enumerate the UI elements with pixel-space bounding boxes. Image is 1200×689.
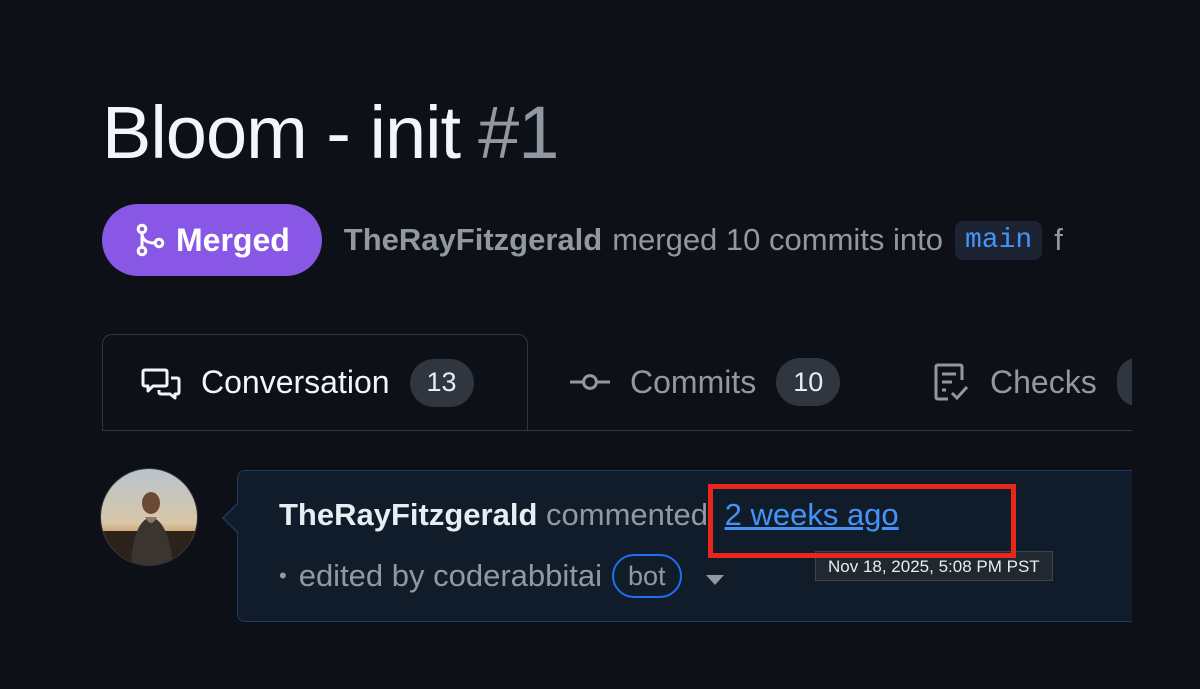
pr-number: #1 xyxy=(478,91,559,174)
tab-conversation[interactable]: Conversation 13 xyxy=(102,334,528,430)
edit-history-dropdown-icon[interactable] xyxy=(705,575,724,585)
comment-action-text: commented xyxy=(546,497,708,532)
edited-by-text[interactable]: edited by coderabbitai xyxy=(299,558,602,594)
comment-edit-info: • edited by coderabbitai bot xyxy=(279,554,724,598)
comment-header xyxy=(237,470,1132,622)
pr-title-text: Bloom - init xyxy=(102,91,461,174)
merged-status-badge: Merged xyxy=(102,204,322,276)
comment-pointer-fill xyxy=(224,503,239,533)
comment-timestamp-link[interactable]: 2 weeks ago xyxy=(725,497,899,532)
merged-status-label: Merged xyxy=(176,221,290,258)
avatar[interactable] xyxy=(100,468,198,566)
git-commit-icon xyxy=(570,372,610,392)
tab-checks[interactable]: Checks xyxy=(932,334,1132,430)
pr-status-row: Merged TheRayFitzgerald merged 10 commit… xyxy=(102,204,1132,276)
pr-tabs: Conversation 13 Commits 10 Checks xyxy=(102,334,1132,431)
tab-checks-label: Checks xyxy=(990,363,1097,400)
merge-author-link[interactable]: TheRayFitzgerald xyxy=(344,222,602,258)
tab-checks-count xyxy=(1116,358,1132,406)
pr-title: Bloom - init #1 xyxy=(102,96,559,170)
comment-meta: TheRayFitzgerald commented 2 weeks ago xyxy=(279,497,899,533)
bot-badge: bot xyxy=(612,554,682,598)
merge-summary: TheRayFitzgerald merged 10 commits into … xyxy=(344,220,1063,260)
git-merge-icon xyxy=(136,223,165,257)
tab-commits[interactable]: Commits 10 xyxy=(570,334,841,430)
merge-summary-text: merged 10 commits into xyxy=(612,222,943,257)
tab-conversation-label: Conversation xyxy=(201,364,390,400)
merge-summary-trailing: f xyxy=(1054,222,1063,257)
tab-commits-label: Commits xyxy=(630,363,757,400)
checklist-icon xyxy=(932,362,970,402)
base-branch-label[interactable]: main xyxy=(955,220,1043,260)
edited-separator: • xyxy=(279,563,287,588)
timestamp-tooltip: Nov 18, 2025, 5:08 PM PST xyxy=(815,551,1053,581)
comment-author-link[interactable]: TheRayFitzgerald xyxy=(279,497,537,532)
tab-commits-count: 10 xyxy=(776,358,841,406)
tab-conversation-count: 13 xyxy=(409,358,474,407)
pull-request-page: Bloom - init #1 Merged TheRayFitzgerald m… xyxy=(0,0,1200,689)
comment-discussion-icon xyxy=(141,366,181,400)
